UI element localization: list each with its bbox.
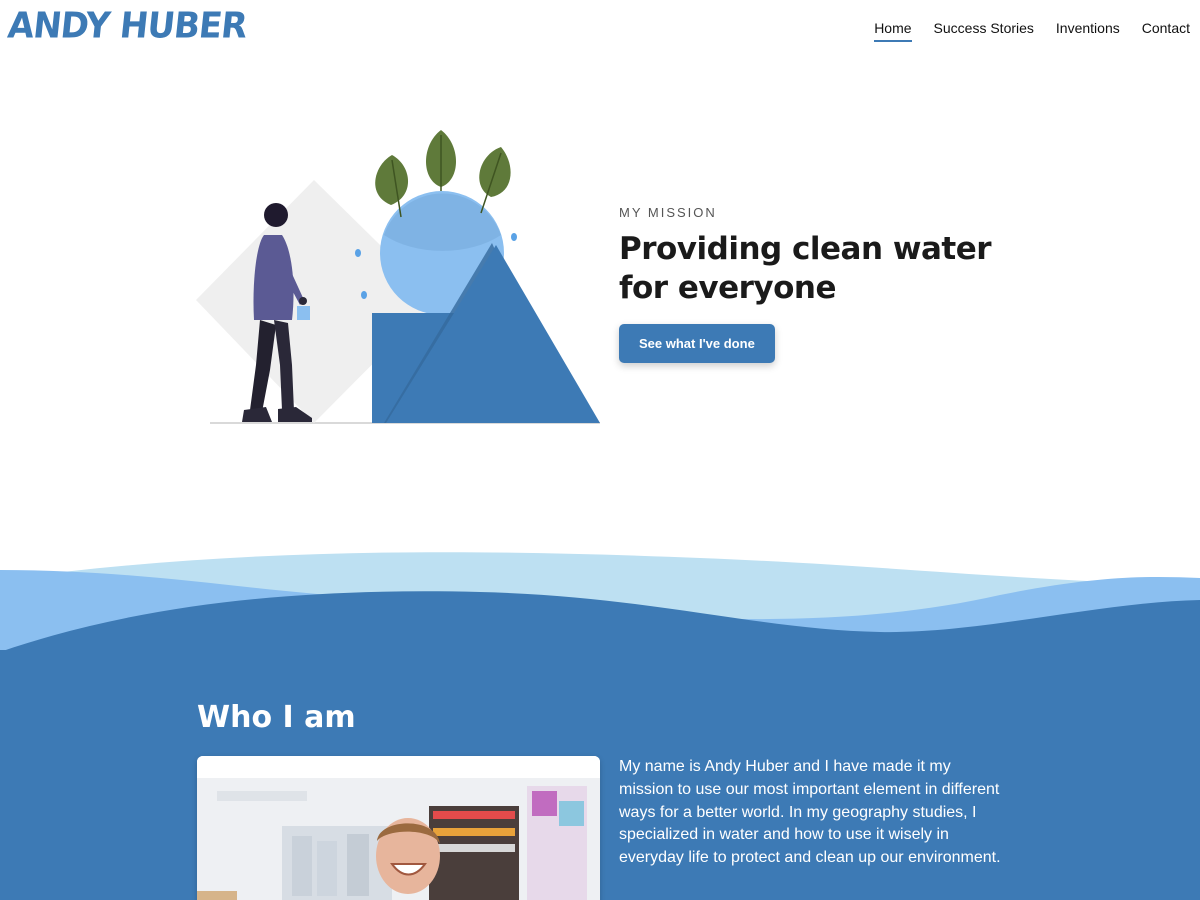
mission-eyebrow: MY MISSION xyxy=(619,205,717,220)
hero-headline: Providing clean water for everyone xyxy=(619,230,1019,308)
nav-item-home[interactable]: Home xyxy=(874,20,912,42)
about-title: Who I am xyxy=(197,700,356,735)
circle-shade xyxy=(384,193,501,251)
about-section xyxy=(0,650,1200,900)
headline-line-2: for everyone xyxy=(619,270,837,306)
main-nav: Home Success Stories Inventions Contact xyxy=(874,20,1190,42)
nav-item-contact[interactable]: Contact xyxy=(1142,20,1190,42)
top-bar: ANDY HUBER Home Success Stories Inventio… xyxy=(0,0,1200,60)
hero-text-block: MY MISSION Providing clean water for eve… xyxy=(619,205,1019,363)
nav-item-success-stories[interactable]: Success Stories xyxy=(934,20,1034,42)
about-bio: My name is Andy Huber and I have made it… xyxy=(619,758,1001,867)
hero-illustration xyxy=(196,130,600,424)
see-work-button[interactable]: See what I've done xyxy=(619,324,775,363)
wave-divider xyxy=(0,552,1200,660)
portrait-photo xyxy=(197,756,600,900)
headline-line-1: Providing clean water xyxy=(619,231,992,267)
nav-item-inventions[interactable]: Inventions xyxy=(1056,20,1120,42)
site-logo[interactable]: ANDY HUBER xyxy=(6,5,249,47)
portrait-photo-image xyxy=(197,756,600,900)
